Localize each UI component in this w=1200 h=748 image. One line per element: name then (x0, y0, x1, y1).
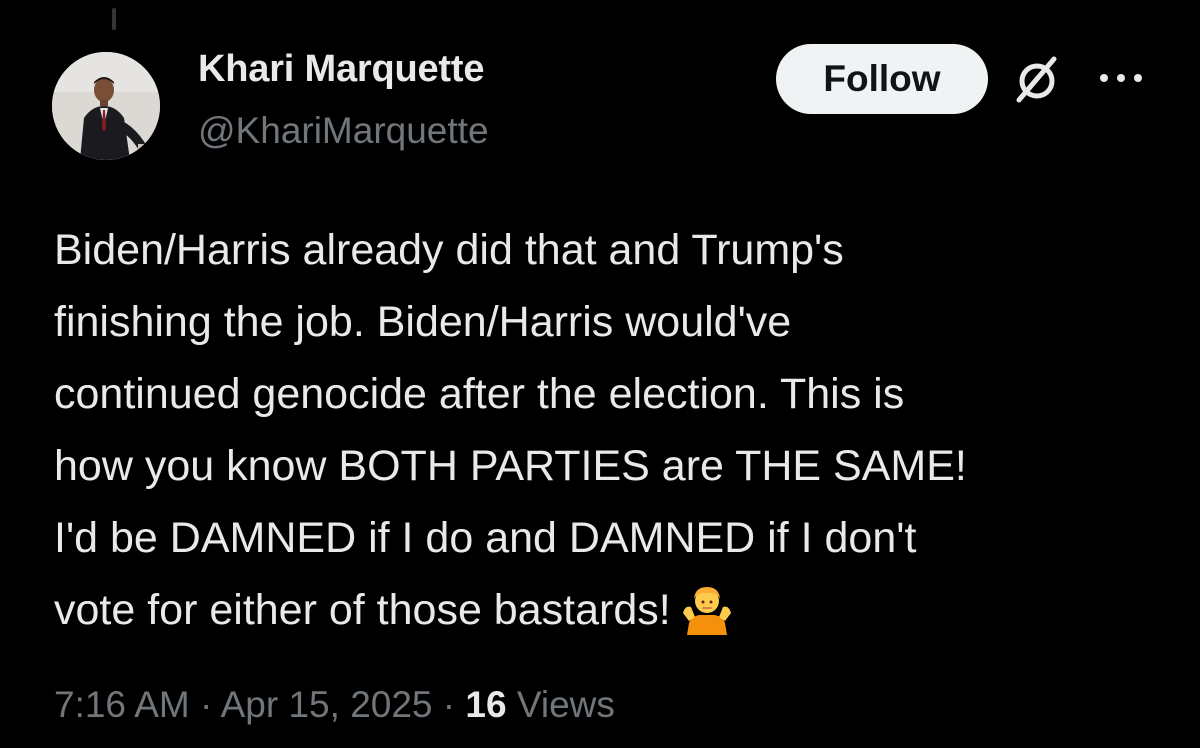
tweet-text-line-last: vote for either of those bastards! (54, 574, 1164, 646)
views-label[interactable]: Views (517, 684, 615, 725)
author-display-name[interactable]: Khari Marquette (198, 48, 484, 91)
tweet-text-line: continued genocide after the election. T… (54, 370, 905, 418)
tweet-text: Biden/Harris already did that and Trump'… (54, 214, 1164, 646)
avatar[interactable] (52, 52, 160, 160)
author-handle[interactable]: @KhariMarquette (198, 110, 489, 152)
tweet-text-line: Biden/Harris already did that and Trump'… (54, 226, 844, 274)
avatar-image (52, 52, 160, 160)
tweet-text-line: how you know BOTH PARTIES are THE SAME! (54, 442, 967, 490)
person-shrugging-emoji-icon (682, 586, 731, 635)
tweet-text-line: finishing the job. Biden/Harris would've (54, 298, 792, 346)
tweet-time[interactable]: 7:16 AM (54, 684, 190, 725)
views-count[interactable]: 16 (465, 684, 506, 725)
thread-connector-line (112, 8, 116, 30)
follow-button[interactable]: Follow (776, 44, 988, 114)
tweet-text-line-content: vote for either of those bastards! (54, 586, 671, 634)
meta-separator: · (200, 684, 213, 725)
meta-separator: · (442, 684, 456, 725)
tweet-date[interactable]: Apr 15, 2025 (221, 684, 433, 725)
grok-icon[interactable] (1010, 52, 1064, 106)
tweet-text-line: I'd be DAMNED if I do and DAMNED if I do… (54, 514, 917, 562)
tweet-meta: 7:16 AM · Apr 15, 2025 · 16 Views (54, 684, 615, 726)
more-horizontal-icon[interactable] (1098, 70, 1144, 86)
